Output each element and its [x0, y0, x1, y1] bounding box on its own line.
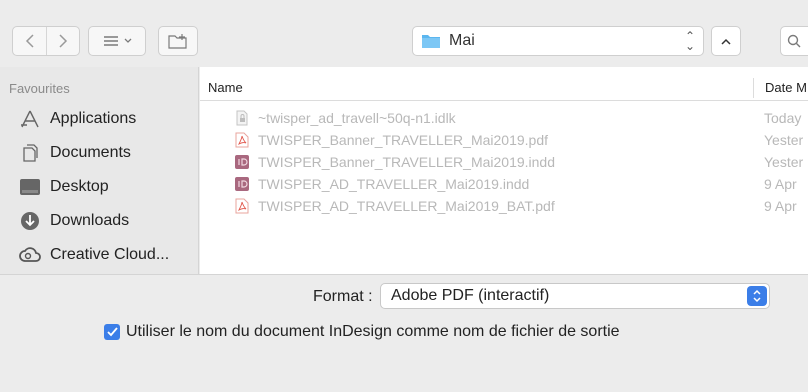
list-view-icon [103, 36, 118, 46]
search-icon [787, 34, 801, 48]
column-header: Name Date M [200, 77, 808, 101]
file-name: TWISPER_AD_TRAVELLER_Mai2019_BAT.pdf [258, 198, 555, 214]
up-down-arrows-icon: ⌃ ⌄ [684, 29, 695, 53]
select-arrows-icon [747, 286, 767, 306]
forward-button[interactable] [46, 27, 79, 55]
file-name: TWISPER_AD_TRAVELLER_Mai2019.indd [258, 176, 530, 192]
checkmark-icon [106, 327, 118, 337]
toolbar: Mai ⌃ ⌄ [0, 0, 808, 66]
file-name: TWISPER_Banner_TRAVELLER_Mai2019.indd [258, 154, 556, 170]
column-header-date[interactable]: Date M [753, 78, 807, 98]
folder-icon [422, 35, 440, 48]
downloads-icon [18, 210, 42, 232]
file-name: ~twisper_ad_travell~50q-n1.idlk [258, 110, 456, 126]
documents-icon [18, 142, 42, 164]
file-row[interactable]: TWISPER_Banner_TRAVELLER_Mai2019.indd Ye… [200, 151, 808, 173]
lock-file-icon [236, 110, 248, 126]
pdf-file-icon [235, 198, 249, 214]
column-header-name[interactable]: Name [208, 80, 243, 95]
format-label: Format : [313, 288, 373, 305]
new-folder-button[interactable] [158, 26, 198, 56]
navigation-buttons [12, 26, 80, 56]
view-options-button[interactable] [88, 26, 146, 56]
applications-icon [18, 108, 42, 130]
indd-file-icon [235, 177, 249, 191]
file-list: Name Date M ~twisper_ad_travell~50q-n1.i… [200, 67, 808, 274]
file-date: 9 Apr [764, 176, 797, 192]
format-select[interactable]: Adobe PDF (interactif) [380, 283, 770, 309]
new-folder-icon [168, 34, 187, 49]
use-document-name-checkbox[interactable] [104, 324, 120, 340]
indd-file-icon [235, 155, 249, 169]
file-date: Yester [764, 132, 804, 148]
file-row[interactable]: TWISPER_AD_TRAVELLER_Mai2019.indd 9 Apr [200, 173, 808, 195]
file-date: Yester [764, 154, 804, 170]
use-document-name-option[interactable]: Utiliser le nom du document InDesign com… [104, 323, 620, 341]
back-button[interactable] [13, 27, 46, 55]
creative-cloud-icon [18, 244, 42, 266]
chevron-right-icon [59, 34, 68, 48]
sidebar-item-applications[interactable]: Applications [18, 107, 136, 131]
desktop-icon [18, 176, 42, 198]
file-row[interactable]: TWISPER_AD_TRAVELLER_Mai2019_BAT.pdf 9 A… [200, 195, 808, 217]
file-date: 9 Apr [764, 198, 797, 214]
chevron-left-icon [25, 34, 34, 48]
location-dropdown[interactable]: Mai ⌃ ⌄ [412, 26, 704, 56]
use-document-name-label: Utiliser le nom du document InDesign com… [126, 323, 620, 340]
collapse-button[interactable] [711, 26, 741, 56]
file-row[interactable]: TWISPER_Banner_TRAVELLER_Mai2019.pdf Yes… [200, 129, 808, 151]
sidebar-item-downloads[interactable]: Downloads [18, 209, 129, 233]
sidebar-item-creative-cloud[interactable]: Creative Cloud... [18, 243, 169, 267]
chevron-up-icon [721, 38, 731, 45]
file-name: TWISPER_Banner_TRAVELLER_Mai2019.pdf [258, 132, 548, 148]
options-panel: Format : Adobe PDF (interactif) Utiliser… [0, 274, 808, 392]
search-input[interactable] [780, 26, 808, 56]
pdf-file-icon [235, 132, 249, 148]
chevron-down-icon [124, 38, 131, 43]
format-value: Adobe PDF (interactif) [391, 287, 550, 304]
file-row[interactable]: ~twisper_ad_travell~50q-n1.idlk Today [200, 107, 808, 129]
sidebar-heading: Favourites [9, 81, 70, 96]
location-label: Mai [449, 32, 475, 49]
sidebar: Favourites Applications Documents Deskto… [0, 67, 199, 274]
sidebar-item-documents[interactable]: Documents [18, 141, 131, 165]
file-date: Today [764, 110, 802, 126]
sidebar-item-desktop[interactable]: Desktop [18, 175, 109, 199]
